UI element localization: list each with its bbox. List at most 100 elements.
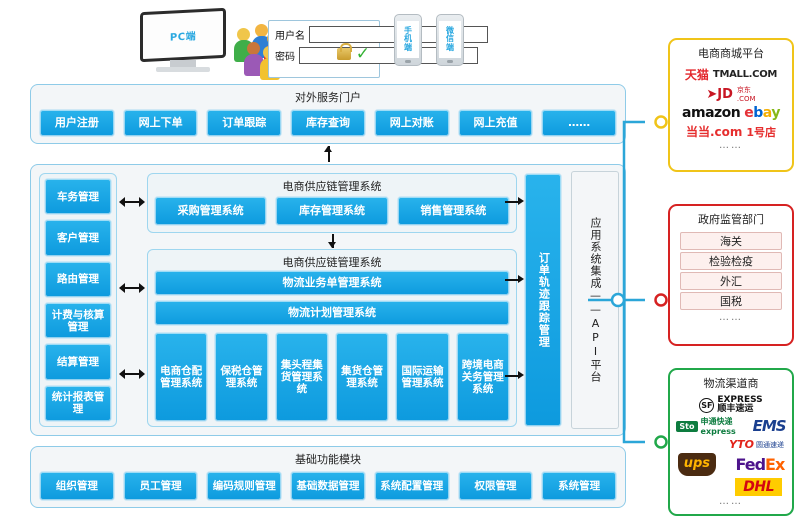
base-button-2[interactable]: 编码规则管理 (206, 471, 283, 501)
sc1-to-track-arrow (505, 197, 524, 206)
username-row: 用户名 (275, 26, 488, 43)
jd-sub-icon: 京东 .COM (736, 86, 756, 103)
gov-item-0[interactable]: 海关 (680, 232, 782, 250)
sidebar-item-4[interactable]: 结算管理 (44, 343, 112, 381)
device-strip: PC端 用户名 密码 ✓ 手机端 微信端 (132, 4, 488, 82)
portal-button-5[interactable]: 网上充值 (457, 109, 534, 137)
connector-node-mall (654, 115, 668, 129)
sc1-system-2[interactable]: 销售管理系统 (396, 196, 510, 226)
sc2-sub-1[interactable]: 保税仓管理系统 (214, 332, 269, 422)
portal-title: 对外服务门户 (295, 91, 361, 104)
api-platform-column: 应用系统集成——API平台 (571, 171, 619, 429)
logistics-panel: 物流渠道商 SF EXPRESS 顺丰速运 Sto 申通快递 express EMS … (668, 368, 794, 516)
username-label: 用户名 (275, 31, 305, 42)
sidebar-item-1[interactable]: 客户管理 (44, 219, 112, 257)
logi-more: …… (719, 496, 743, 507)
sc1-to-sc2-arrow (328, 234, 337, 248)
mall-logo-jd: ➤JD 京东 .COM (670, 85, 792, 103)
base-button-3[interactable]: 基础数据管理 (290, 471, 366, 501)
portal-button-4[interactable]: 网上对账 (373, 109, 450, 137)
double-arrow-1 (119, 283, 145, 293)
portal-panel: 对外服务门户 用户注册 网上下单 订单跟踪 库存查询 网上对账 网上充值 …… (30, 84, 626, 144)
mall-logo-amazon-ebay: amazon ebay (670, 105, 792, 121)
base-button-0[interactable]: 组织管理 (39, 471, 115, 501)
supply-chain-box-1: 电商供应链管理系统 采购管理系统 库存管理系统 销售管理系统 (147, 173, 517, 233)
sidebar-item-2[interactable]: 路由管理 (44, 260, 112, 298)
sc2-wide-0[interactable]: 物流业务单管理系统 (154, 270, 510, 296)
portal-button-1[interactable]: 网上下单 (122, 109, 199, 137)
supply-chain-box-2: 电商供应链管理系统 物流业务单管理系统 物流计划管理系统 电商仓配管理系统 保税… (147, 249, 517, 427)
sc2-sub-0[interactable]: 电商仓配管理系统 (154, 332, 209, 422)
base-button-4[interactable]: 系统配置管理 (373, 471, 450, 501)
checkmark-icon: ✓ (355, 44, 370, 64)
portal-button-2[interactable]: 订单跟踪 (206, 109, 283, 137)
sf-express-icon: SF EXPRESS 顺丰速运 (699, 395, 763, 414)
sc2-sub-4[interactable]: 国际运输管理系统 (395, 332, 450, 422)
yihaodian-icon: 1号店 (746, 125, 777, 139)
portal-up-arrow (324, 146, 333, 162)
sc2-sub-5[interactable]: 跨境电商关务管理系统 (455, 332, 510, 422)
sc2-sub-2[interactable]: 集头程集货管理系统 (274, 332, 329, 422)
portal-button-more[interactable]: …… (541, 109, 618, 137)
mall-title: 电商商城平台 (698, 47, 764, 60)
base-module-buttons: 组织管理 员工管理 编码规则管理 基础数据管理 系统配置管理 权限管理 系统管理 (39, 471, 618, 501)
mall-logo-dangdang: 当当.com 1号店 (670, 123, 792, 140)
government-panel: 政府监管部门 海关 检验检疫 外汇 国税 …… (668, 204, 794, 346)
sc1-system-1[interactable]: 库存管理系统 (275, 196, 389, 226)
connector-node-gov (654, 293, 668, 307)
mall-more: …… (719, 140, 743, 151)
base-module-title: 基础功能模块 (295, 453, 361, 466)
amazon-icon: amazon (682, 105, 741, 121)
mobile-phone-icon: 手机端 (394, 14, 422, 66)
order-track-label[interactable]: 订单轨迹跟踪管理 (524, 173, 562, 427)
base-button-6[interactable]: 系统管理 (541, 471, 618, 501)
base-module-panel: 基础功能模块 组织管理 员工管理 编码规则管理 基础数据管理 系统配置管理 权限… (30, 446, 626, 508)
base-button-5[interactable]: 权限管理 (457, 471, 534, 501)
wechat-phone-icon: 微信端 (436, 14, 464, 66)
sidebar-item-5[interactable]: 统计报表管理 (44, 384, 112, 422)
wechat-label: 微信端 (446, 25, 454, 52)
sc2-to-track-arrow-1 (505, 275, 524, 284)
password-row: 密码 ✓ (275, 43, 478, 64)
portal-buttons: 用户注册 网上下单 订单跟踪 库存查询 网上对账 网上充值 …… (39, 109, 618, 137)
gov-more: …… (719, 312, 743, 323)
sc2-sub-3[interactable]: 集货仓管理系统 (334, 332, 390, 422)
gov-item-2[interactable]: 外汇 (680, 272, 782, 290)
password-label: 密码 (275, 52, 295, 63)
supply-chain-1-systems: 采购管理系统 库存管理系统 销售管理系统 (154, 196, 510, 226)
mall-panel: 电商商城平台 天猫 TMALL.COM ➤JD 京东 .COM amazon eb… (668, 38, 794, 172)
base-button-1[interactable]: 员工管理 (122, 471, 199, 501)
double-arrow-0 (119, 197, 145, 207)
sc2-to-track-arrow-2 (505, 371, 524, 380)
logi-logo-dhl: DHL (670, 478, 792, 496)
logi-logo-yto: YTO 圆通速递 (670, 438, 792, 451)
portal-button-0[interactable]: 用户注册 (39, 109, 115, 137)
pc-label: PC端 (169, 30, 197, 44)
ems-icon: EMS (752, 417, 787, 435)
sc2-wide-1[interactable]: 物流计划管理系统 (154, 300, 510, 326)
ups-icon: ups (677, 453, 717, 476)
logi-logo-sto-ems: Sto 申通快递 express EMS (670, 416, 792, 436)
gov-item-1[interactable]: 检验检疫 (680, 252, 782, 270)
api-platform-label: 应用系统集成——API平台 (589, 217, 602, 383)
bidirectional-arrows (119, 173, 145, 427)
gov-item-3[interactable]: 国税 (680, 292, 782, 310)
mall-logo-tmall: 天猫 TMALL.COM (670, 66, 792, 83)
sto-express-icon: Sto 申通快递 express (676, 416, 736, 436)
sidebar-column: 车务管理 客户管理 路由管理 计费与核算管理 结算管理 统计报表管理 (39, 173, 117, 427)
jd-icon: ➤JD (706, 86, 733, 102)
sidebar-item-0[interactable]: 车务管理 (44, 178, 112, 216)
tmall-cn-icon: 天猫 (684, 68, 709, 82)
logi-logo-ups-fedex: ups FedEx (670, 453, 792, 476)
sc1-system-0[interactable]: 采购管理系统 (154, 196, 268, 226)
login-box: 用户名 密码 ✓ (268, 20, 488, 78)
double-arrow-2 (119, 369, 145, 379)
order-track-column: 订单轨迹跟踪管理 (524, 173, 562, 427)
pc-monitor-icon: PC端 (140, 7, 226, 72)
portal-button-3[interactable]: 库存查询 (290, 109, 366, 137)
supply-chain-1-title: 电商供应链管理系统 (282, 180, 382, 193)
fedex-icon: FedEx (735, 455, 785, 474)
sc2-sub-systems: 电商仓配管理系统 保税仓管理系统 集头程集货管理系统 集货仓管理系统 国际运输管… (154, 332, 510, 422)
sidebar-item-3[interactable]: 计费与核算管理 (44, 301, 112, 340)
supply-chain-2-title: 电商供应链管理系统 (282, 256, 382, 269)
